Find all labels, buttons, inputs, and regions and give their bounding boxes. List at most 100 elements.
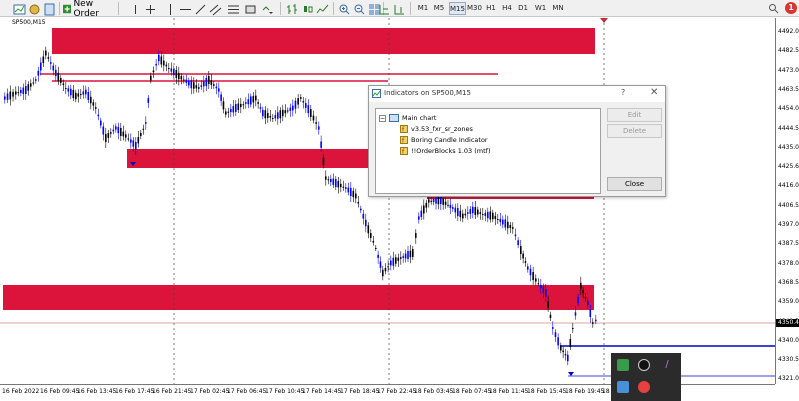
candle-body [147, 98, 150, 103]
price-axis[interactable]: 4492.0 4482.5 4473.0 4463.5 4454.0 4444.5 4435… [775, 18, 799, 384]
bar-chart-icon[interactable] [285, 2, 298, 15]
candlestick-icon[interactable] [300, 2, 313, 15]
tree-item-indicator[interactable]: f Boring Candle Indicator [400, 135, 488, 145]
shapes-dropdown-icon[interactable] [259, 2, 273, 15]
candle-body [347, 187, 350, 193]
candle-body [178, 72, 180, 80]
candle-body [110, 132, 112, 134]
close-button[interactable]: Close [607, 177, 662, 191]
horizontal-line-icon[interactable] [178, 2, 191, 15]
edit-button[interactable]: Edit [607, 108, 662, 122]
indicator-tree[interactable]: − Main chart f v3.53_fxr_sr_zones f Bori… [375, 108, 601, 194]
dialog-title: Indicators on SP500,M15 [384, 89, 471, 97]
close-icon[interactable]: ✕ [650, 87, 658, 98]
notification-badge[interactable]: 1 [785, 2, 797, 14]
candle-body [259, 107, 262, 109]
candle-body [125, 134, 127, 138]
candle-body [274, 115, 277, 119]
candle-body [384, 268, 387, 272]
candle-body [65, 88, 67, 89]
line-chart-icon[interactable] [315, 2, 329, 15]
timeframe-w1[interactable]: W1 [533, 2, 548, 15]
candle-body [90, 96, 92, 104]
candle-body [552, 327, 554, 329]
search-icon[interactable] [768, 3, 779, 14]
help-button[interactable]: ? [621, 88, 625, 97]
candle-body [379, 261, 382, 268]
autoscroll-icon[interactable] [377, 2, 390, 15]
timeframe-mn[interactable]: MN [551, 2, 565, 15]
tree-item-indicator[interactable]: f !!OrderBlocks 1.03 (mtf) [400, 146, 491, 156]
resistance-zone [52, 28, 595, 54]
price-chart[interactable] [0, 18, 775, 384]
tree-root-main-chart[interactable]: − Main chart [379, 113, 436, 123]
new-order-button[interactable]: New Order [63, 0, 114, 19]
trendline-icon[interactable] [193, 2, 206, 15]
candle-body [464, 213, 467, 216]
candle-body [218, 88, 220, 92]
timeframe-m30[interactable]: M30 [467, 2, 482, 15]
cursor-icon[interactable] [128, 2, 141, 15]
toolbar: New Order M1 M5 M15 M30 H1 H4 D1 W1 MN 1 [0, 0, 799, 19]
equidistant-channel-icon[interactable] [208, 2, 222, 16]
timeframe-h1[interactable]: H1 [484, 2, 498, 15]
crosshair-icon[interactable] [143, 2, 156, 15]
collapse-icon[interactable]: − [379, 114, 386, 122]
candle-body [57, 72, 60, 81]
zoom-out-icon[interactable] [352, 2, 365, 15]
vertical-line-icon[interactable] [163, 2, 176, 15]
timeframe-m1[interactable]: M1 [416, 2, 430, 15]
candle-body [208, 76, 210, 84]
candle-body [95, 107, 97, 109]
shield-icon[interactable] [617, 359, 629, 371]
candle-body [423, 205, 425, 214]
dialog-titlebar[interactable]: Indicators on SP500,M15 ? ✕ [369, 86, 665, 102]
candle-body [562, 350, 564, 353]
price-tick-label: 4463.5 [778, 85, 799, 93]
timeframe-d1[interactable]: D1 [516, 2, 530, 15]
indicator-file-icon: f [400, 125, 408, 133]
delete-button[interactable]: Delete [607, 124, 662, 138]
candle-body [310, 109, 312, 117]
price-tick-label: 4378.0 [778, 259, 799, 267]
timeframe-h4[interactable]: H4 [500, 2, 514, 15]
chart-shift-icon[interactable] [392, 2, 405, 15]
candle-body [232, 106, 235, 113]
candle-body [512, 227, 514, 229]
app-icon[interactable] [638, 359, 650, 371]
candle-body [442, 198, 444, 205]
profiles-icon[interactable] [27, 2, 40, 15]
price-tick-label: 4330.5 [778, 356, 799, 364]
candle-body [342, 186, 345, 188]
pen-icon[interactable]: / [661, 359, 673, 371]
candle-body [352, 190, 355, 198]
timeframe-m15[interactable]: M15 [449, 2, 466, 15]
chart-canvas[interactable] [0, 18, 775, 384]
tree-item-indicator[interactable]: f v3.53_fxr_sr_zones [400, 124, 473, 134]
candle-body [425, 202, 428, 208]
discord-icon[interactable] [638, 381, 650, 393]
zoom-in-icon[interactable] [337, 2, 350, 15]
candle-body [327, 179, 330, 181]
candle-body [479, 212, 482, 214]
candle-body [137, 137, 140, 144]
market-watch-icon[interactable] [42, 2, 55, 16]
cloud-drive-icon[interactable] [617, 381, 629, 393]
text-label-icon[interactable] [243, 2, 256, 15]
candle-body [365, 219, 367, 227]
new-chart-icon[interactable] [12, 2, 26, 15]
candle-body [230, 108, 232, 113]
fibonacci-icon[interactable] [226, 2, 239, 15]
candle-body [127, 138, 130, 140]
candle-body [355, 193, 357, 199]
price-tick-label: 4416.0 [778, 182, 799, 190]
candle-body [85, 89, 87, 95]
candle-body [514, 234, 517, 237]
candle-body [165, 64, 168, 67]
timeframe-m5[interactable]: M5 [432, 2, 446, 15]
candle-body [459, 210, 462, 218]
candle-body [145, 122, 147, 124]
price-tick-label: 4435.0 [778, 143, 799, 151]
candle-body [315, 122, 317, 124]
time-tick-label: 17 Feb 10:45 [265, 388, 305, 395]
